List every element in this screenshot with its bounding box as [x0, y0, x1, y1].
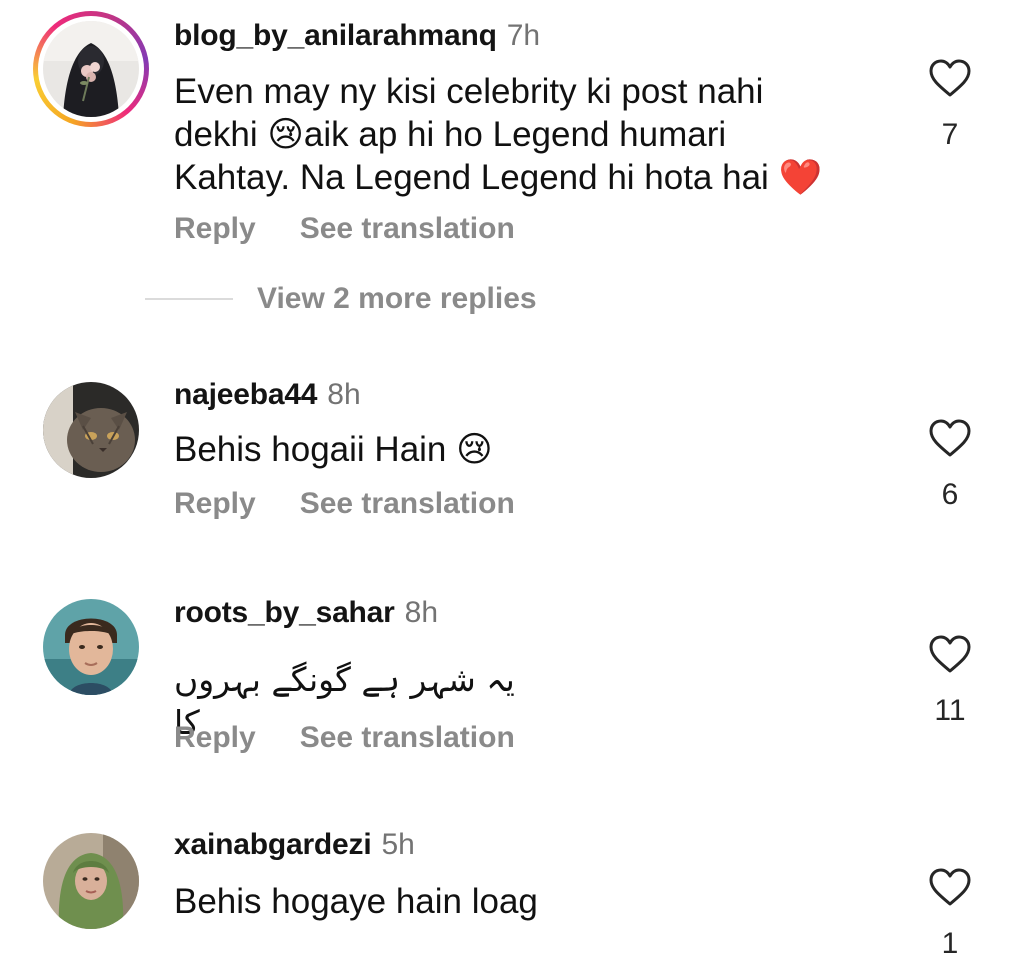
comment-text-line: Kahtay. Na Legend Legend hi hota hai ❤️ [174, 158, 823, 197]
like-count: 11 [934, 694, 966, 727]
username[interactable]: roots_by_sahar [174, 596, 395, 629]
reply-button[interactable]: Reply [174, 211, 256, 247]
comment-header: roots_by_sahar 8h [174, 595, 438, 631]
avatar-cat-icon [43, 382, 139, 478]
comment-text-line: dekhi 😢aik ap hi ho Legend humari [174, 115, 727, 154]
reply-button[interactable]: Reply [174, 720, 256, 756]
like-button[interactable]: 7 [925, 58, 975, 152]
avatar-woman-green-scarf-icon [43, 833, 139, 929]
username[interactable]: xainabgardezi [174, 828, 372, 861]
heart-outline-icon [929, 59, 971, 97]
avatar-woman-niqab-roses-icon [43, 21, 139, 117]
timestamp: 5h [381, 828, 415, 861]
like-count: 1 [941, 927, 959, 960]
comment-header: najeeba44 8h [174, 377, 361, 413]
comment-header: xainabgardezi 5h [174, 827, 415, 863]
like-button[interactable]: 11 [925, 634, 975, 728]
username[interactable]: najeeba44 [174, 378, 317, 411]
heart-outline-icon [929, 635, 971, 673]
avatar-man-portrait-icon [43, 599, 139, 695]
view-more-replies[interactable]: View 2 more replies [145, 282, 537, 322]
comment-actions: Reply See translation [174, 720, 515, 756]
avatar[interactable] [43, 382, 139, 478]
like-count: 7 [941, 118, 959, 151]
story-ring[interactable] [33, 11, 149, 127]
timestamp: 8h [404, 596, 439, 629]
see-translation-button[interactable]: See translation [300, 486, 515, 522]
heart-outline-icon [929, 419, 971, 457]
comment-text: Even may ny kisi celebrity ki post nahi … [174, 70, 894, 199]
comment-text-line: Even may ny kisi celebrity ki post nahi [174, 72, 764, 111]
timestamp: 7h [506, 19, 541, 52]
like-button[interactable]: 6 [925, 418, 975, 512]
avatar[interactable] [43, 21, 139, 117]
comment-header: blog_by_anilarahmanq 7h [174, 18, 540, 54]
avatar[interactable] [43, 599, 139, 695]
comment-text: Behis hogaii Hain 😢 [174, 430, 493, 469]
heart-outline-icon [929, 868, 971, 906]
reply-button[interactable]: Reply [174, 486, 256, 522]
username[interactable]: blog_by_anilarahmanq [174, 19, 497, 52]
see-translation-button[interactable]: See translation [300, 720, 515, 756]
comment-text: Behis hogaye hain loag [174, 882, 538, 921]
like-button[interactable]: 1 [925, 867, 975, 961]
view-more-replies-label[interactable]: View 2 more replies [257, 282, 537, 315]
like-count: 6 [941, 478, 959, 511]
see-translation-button[interactable]: See translation [300, 211, 515, 247]
timestamp: 8h [327, 378, 361, 411]
comment-actions: Reply See translation [174, 211, 515, 247]
divider [145, 298, 233, 300]
comment-actions: Reply See translation [174, 486, 515, 522]
avatar[interactable] [43, 833, 139, 929]
